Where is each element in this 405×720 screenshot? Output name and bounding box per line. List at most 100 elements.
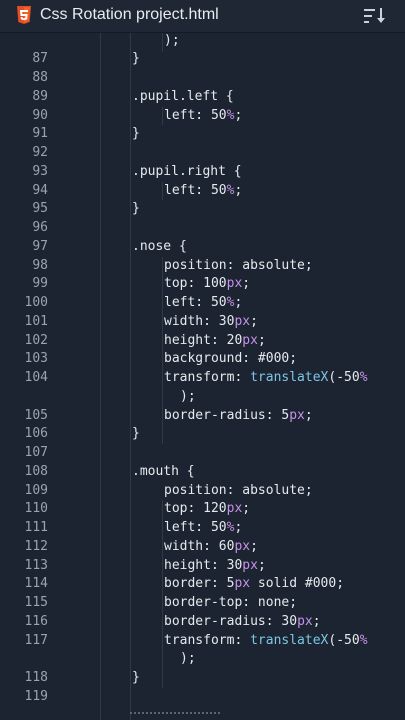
- line-number: 106: [24, 426, 48, 442]
- code-line[interactable]: 96: [0, 219, 405, 238]
- line-number: 116: [24, 613, 48, 629]
- line-number: 115: [24, 595, 48, 610]
- code-token: );: [164, 32, 180, 48]
- code-line[interactable]: 118}: [0, 669, 405, 688]
- code-line[interactable]: 115 border-top: none;: [0, 594, 405, 613]
- code-token: );: [180, 388, 196, 404]
- code-text: }: [132, 669, 140, 688]
- line-number: 108: [24, 463, 48, 479]
- code-line[interactable]: 92: [0, 144, 405, 163]
- line-number: 90: [32, 107, 48, 123]
- code-line[interactable]: 119: [0, 688, 405, 707]
- code-line[interactable]: 94 left: 50%;: [0, 182, 405, 201]
- code-line[interactable]: );: [0, 650, 405, 669]
- code-text: left: 50%;: [164, 294, 242, 313]
- line-number: 109: [24, 482, 48, 498]
- code-line[interactable]: 87}: [0, 50, 405, 69]
- indent-guide: [162, 256, 163, 444]
- code-line[interactable]: );: [0, 388, 405, 407]
- code-line[interactable]: 116 border-radius: 30px;: [0, 613, 405, 632]
- code-line[interactable]: 104 transform: translateX(-50%: [0, 369, 405, 388]
- code-line[interactable]: 93 .pupil.right {: [0, 163, 405, 182]
- code-line[interactable]: 111 left: 50%;: [0, 519, 405, 538]
- html5-icon: [17, 6, 31, 24]
- code-token: left:: [164, 182, 211, 198]
- code-token: .pupil.left {: [132, 88, 234, 104]
- code-line[interactable]: 101 width: 30px;: [0, 313, 405, 332]
- code-token: 30: [281, 613, 298, 629]
- code-token: 30: [218, 313, 235, 329]
- code-line[interactable]: 88: [0, 69, 405, 88]
- code-text: transform: translateX(-50%: [164, 632, 368, 651]
- code-line[interactable]: 90 left: 50%;: [0, 107, 405, 126]
- code-token: transform:: [164, 370, 251, 385]
- code-token: }: [132, 201, 140, 217]
- line-number: 114: [24, 576, 48, 592]
- code-line[interactable]: 97 .nose {: [0, 238, 405, 257]
- line-number: 105: [24, 407, 48, 423]
- code-line[interactable]: 95}: [0, 200, 405, 219]
- code-line[interactable]: 91}: [0, 125, 405, 144]
- code-text: position: absolute;: [164, 482, 313, 501]
- code-line[interactable]: 89 .pupil.left {: [0, 88, 405, 107]
- code-token: ;: [312, 613, 321, 629]
- code-token: }: [132, 670, 140, 685]
- code-line[interactable]: 112 width: 60px;: [0, 538, 405, 557]
- code-token: translateX: [250, 632, 329, 648]
- line-number: 89: [32, 88, 48, 104]
- code-token: 50: [210, 520, 227, 535]
- code-text: .pupil.right {: [132, 163, 242, 182]
- code-token: ;: [234, 182, 243, 198]
- indent-guide: [100, 32, 101, 720]
- code-token: position: absolute;: [164, 482, 313, 498]
- code-text: top: 100px;: [164, 275, 250, 294]
- code-text: }: [132, 50, 140, 69]
- code-token: ;: [234, 520, 243, 535]
- code-line[interactable]: 106}: [0, 425, 405, 444]
- line-number: 119: [24, 688, 48, 704]
- line-number: 97: [32, 238, 48, 254]
- code-line[interactable]: 114 border: 5px solid #000;: [0, 575, 405, 594]
- code-text: width: 60px;: [164, 538, 258, 557]
- code-line[interactable]: 113 height: 30px;: [0, 557, 405, 576]
- code-line[interactable]: 98 position: absolute;: [0, 257, 405, 276]
- code-line[interactable]: 99 top: 100px;: [0, 275, 405, 294]
- line-number: 113: [24, 557, 48, 573]
- code-text: height: 30px;: [164, 557, 266, 576]
- code-token: }: [132, 126, 140, 142]
- code-line[interactable]: 110 top: 120px;: [0, 500, 405, 519]
- code-token: height:: [164, 332, 227, 348]
- code-token: 50: [210, 107, 227, 123]
- line-number: 98: [32, 257, 48, 273]
- code-line[interactable]: 117 transform: translateX(-50%: [0, 632, 405, 651]
- code-token: left:: [164, 295, 211, 310]
- line-number: 88: [32, 70, 48, 85]
- code-token: .nose {: [132, 238, 187, 254]
- code-line[interactable]: 108 .mouth {: [0, 463, 405, 482]
- code-text: }: [132, 425, 140, 444]
- code-text: }: [132, 125, 140, 144]
- line-number: 92: [32, 145, 48, 160]
- code-line[interactable]: 103 background: #000;: [0, 350, 405, 369]
- code-line[interactable]: 100 left: 50%;: [0, 294, 405, 313]
- code-line[interactable]: 105 border-radius: 5px;: [0, 407, 405, 426]
- code-token: 50: [210, 295, 227, 310]
- indent-guide: [162, 106, 163, 126]
- next-line-peek: [0, 706, 405, 720]
- code-token: ;: [242, 276, 251, 292]
- code-token: border-radius:: [164, 613, 282, 629]
- code-line[interactable]: 102 height: 20px;: [0, 332, 405, 351]
- code-token: .mouth {: [132, 463, 195, 479]
- code-line[interactable]: 107: [0, 444, 405, 463]
- code-token: height:: [164, 557, 227, 573]
- code-editor[interactable]: ); 87} 88 89 .pupil.left {90 left: 50%; 91} 92 9…: [0, 32, 405, 720]
- line-number: 95: [32, 201, 48, 217]
- code-token: top:: [164, 501, 204, 517]
- line-number: 94: [32, 182, 48, 198]
- code-line[interactable]: );: [0, 32, 405, 50]
- line-number: 102: [24, 332, 48, 348]
- line-number: 101: [24, 313, 48, 329]
- code-token: 120: [203, 501, 227, 517]
- sort-icon[interactable]: [364, 8, 386, 24]
- code-line[interactable]: 109 position: absolute;: [0, 482, 405, 501]
